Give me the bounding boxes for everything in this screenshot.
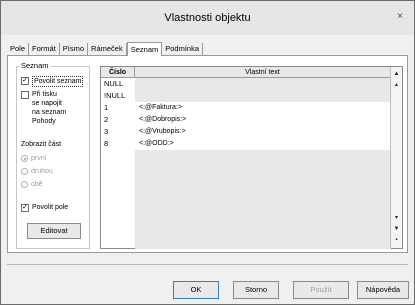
storno-button[interactable]: Storno	[233, 281, 279, 299]
tab-format[interactable]: Formát	[29, 43, 60, 55]
tab-panel-seznam: Seznam ✓ Povolit seznam Při tisku se nap…	[7, 55, 408, 253]
tab-ramecek[interactable]: Rámeček	[88, 43, 127, 55]
radio-druhou[interactable]: druhou	[21, 168, 53, 175]
radio-prvni-dot[interactable]	[21, 155, 28, 162]
table-row[interactable]: NULL	[101, 78, 391, 90]
separator	[7, 264, 408, 265]
table-row[interactable]: 8 <:@ODD:>	[101, 138, 391, 150]
pri-tisku-line-1: Při tisku	[32, 91, 57, 98]
cell-text[interactable]: <:@Faktura:>	[135, 102, 391, 114]
cell-text[interactable]	[135, 90, 391, 102]
povolit-seznam-row[interactable]: ✓ Povolit seznam	[21, 76, 84, 87]
radio-druhou-label[interactable]: druhou	[31, 168, 53, 175]
cell-cislo[interactable]: 8	[101, 138, 135, 150]
cell-cislo[interactable]: 3	[101, 126, 135, 138]
napoveda-button[interactable]: Nápověda	[357, 281, 409, 299]
povolit-pole-label[interactable]: Povolit pole	[32, 203, 68, 212]
scroll-up-icon[interactable]: ▴	[391, 80, 402, 91]
close-icon[interactable]: ×	[392, 9, 408, 25]
tab-podminka[interactable]: Podmínka	[162, 43, 204, 55]
table-row[interactable]: !NULL	[101, 90, 391, 102]
grid-header: Číslo Vlastní text	[101, 67, 391, 78]
pouzit-button[interactable]: Použít	[293, 281, 349, 299]
cell-cislo[interactable]: 2	[101, 114, 135, 126]
editovat-button[interactable]: Editovat	[27, 223, 81, 239]
table-row[interactable]: 1 <:@Faktura:>	[101, 102, 391, 114]
column-header-cislo[interactable]: Číslo	[101, 67, 135, 78]
radio-obe[interactable]: obě	[21, 181, 43, 188]
seznam-group-title: Seznam	[19, 61, 51, 70]
list-grid[interactable]: Číslo Vlastní text NULL !NULL 1 <:@Faktu…	[100, 66, 403, 249]
tab-pismo[interactable]: Písmo	[60, 43, 89, 55]
tab-strip: Pole Formát Písmo Rámeček Seznam Podmínk…	[7, 41, 204, 56]
cell-cislo[interactable]: !NULL	[101, 90, 135, 102]
tab-seznam[interactable]: Seznam	[126, 42, 163, 56]
pri-tisku-line-3: na seznam	[32, 109, 67, 116]
title-bar[interactable]: Vlastnosti objektu ×	[1, 1, 414, 35]
povolit-pole-checkbox[interactable]: ✓	[21, 204, 29, 212]
cell-text[interactable]: <:@Dobropis:>	[135, 114, 391, 126]
dialog-window: Vlastnosti objektu × Pole Formát Písmo R…	[0, 0, 415, 305]
povolit-pole-row[interactable]: ✓ Povolit pole	[21, 203, 68, 212]
vertical-scrollbar[interactable]: ▲ ▴ ▾ ▼ ▪	[390, 67, 402, 248]
zobrazit-cast-label: Zobrazit část	[21, 141, 62, 148]
table-row[interactable]: 2 <:@Dobropis:>	[101, 114, 391, 126]
povolit-seznam-checkbox[interactable]: ✓	[21, 77, 29, 85]
grid-empty-area	[135, 150, 391, 249]
seznam-groupbox: Seznam ✓ Povolit seznam Při tisku se nap…	[16, 61, 90, 249]
radio-prvni[interactable]: první	[21, 155, 47, 162]
cell-cislo[interactable]: 1	[101, 102, 135, 114]
povolit-seznam-label[interactable]: Povolit seznam	[32, 76, 84, 87]
column-header-vlastni-text[interactable]: Vlastní text	[135, 67, 391, 78]
window-title: Vlastnosti objektu	[164, 12, 251, 24]
grid-rows: NULL !NULL 1 <:@Faktura:> 2 <:@Dobropis:…	[101, 78, 391, 150]
scroll-end-icon[interactable]: ▪	[391, 235, 402, 246]
cell-text[interactable]: <:@ODD:>	[135, 138, 391, 150]
radio-prvni-label[interactable]: první	[31, 155, 47, 162]
pri-tisku-line-4: Pohody	[32, 118, 56, 125]
pri-tisku-checkbox[interactable]	[21, 91, 29, 99]
cell-text[interactable]	[135, 78, 391, 90]
radio-obe-label[interactable]: obě	[31, 181, 43, 188]
scroll-down-icon[interactable]: ▾	[391, 213, 402, 224]
radio-obe-dot[interactable]	[21, 181, 28, 188]
scroll-bottom-icon[interactable]: ▼	[391, 224, 402, 235]
pri-tisku-label[interactable]: Při tisku se napojit na seznam Pohody	[32, 90, 66, 126]
pri-tisku-row[interactable]: Při tisku se napojit na seznam Pohody	[21, 90, 66, 126]
radio-druhou-dot[interactable]	[21, 168, 28, 175]
ok-button[interactable]: OK	[173, 281, 219, 299]
table-row[interactable]: 3 <:@Vrubopis:>	[101, 126, 391, 138]
pri-tisku-line-2: se napojit	[32, 100, 62, 107]
cell-cislo[interactable]: NULL	[101, 78, 135, 90]
scroll-top-icon[interactable]: ▲	[391, 69, 402, 80]
cell-text[interactable]: <:@Vrubopis:>	[135, 126, 391, 138]
tab-pole[interactable]: Pole	[7, 43, 30, 55]
